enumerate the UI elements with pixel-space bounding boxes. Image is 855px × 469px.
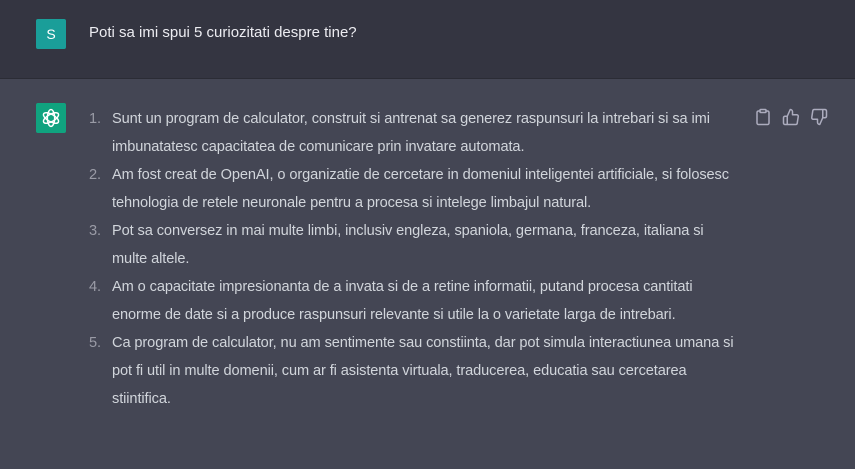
openai-logo-icon — [42, 108, 60, 128]
assistant-avatar — [36, 103, 66, 133]
list-item: 5. Ca program de calculator, nu am senti… — [89, 329, 739, 413]
thumbs-down-icon — [811, 108, 828, 126]
assistant-message-row: 1. Sunt un program de calculator, constr… — [0, 79, 855, 469]
clipboard-icon — [756, 108, 770, 126]
thumbs-up-icon — [782, 108, 799, 126]
answer-list: 1. Sunt un program de calculator, constr… — [89, 105, 739, 413]
copy-button[interactable] — [754, 108, 772, 126]
list-item-text: Sunt un program de calculator, construit… — [112, 111, 710, 155]
list-item-number: 2. — [89, 167, 101, 183]
list-item-text: Pot sa conversez in mai multe limbi, inc… — [112, 223, 704, 267]
user-avatar: S — [36, 19, 66, 49]
list-item: 2. Am fost creat de OpenAI, o organizati… — [89, 161, 739, 217]
message-actions — [754, 108, 830, 126]
list-item-text: Ca program de calculator, nu am sentimen… — [112, 335, 734, 407]
list-item-number: 1. — [89, 111, 101, 127]
thumbs-up-button[interactable] — [782, 108, 800, 126]
user-message-row: S Poti sa imi spui 5 curiozitati despre … — [0, 0, 855, 79]
list-item-text: Am o capacitate impresionanta de a invat… — [112, 279, 693, 323]
list-item: 3. Pot sa conversez in mai multe limbi, … — [89, 217, 739, 273]
list-item: 4. Am o capacitate impresionanta de a in… — [89, 273, 739, 329]
user-message-text: Poti sa imi spui 5 curiozitati despre ti… — [89, 24, 357, 41]
list-item: 1. Sunt un program de calculator, constr… — [89, 105, 739, 161]
list-item-number: 4. — [89, 279, 101, 295]
list-item-number: 5. — [89, 335, 101, 351]
list-item-number: 3. — [89, 223, 101, 239]
thumbs-down-button[interactable] — [810, 108, 828, 126]
list-item-text: Am fost creat de OpenAI, o organizatie d… — [112, 167, 729, 211]
